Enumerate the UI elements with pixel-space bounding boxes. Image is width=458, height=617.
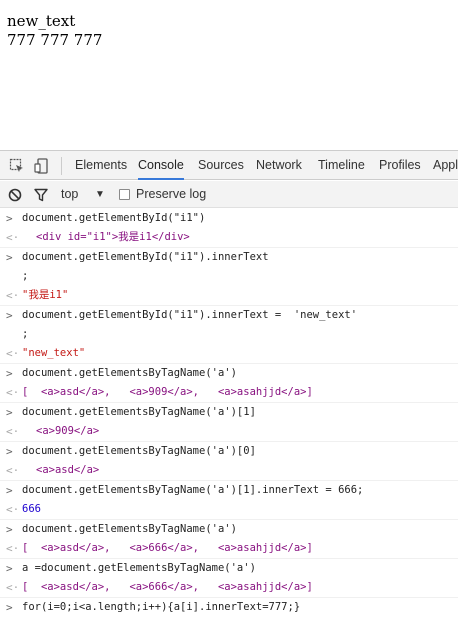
result-arrow-icon: <· bbox=[6, 581, 20, 594]
tab-application[interactable]: Appl bbox=[433, 151, 458, 180]
console-entry: > document.getElementsByTagName('a')[1].… bbox=[0, 481, 458, 520]
result-arrow-icon: <· bbox=[6, 289, 20, 302]
console-command[interactable]: document.getElementsByTagName('a')[1] bbox=[22, 403, 256, 422]
console-output-line: <· [ <a>asd</a>, <a>909</a>, <a>asahjjd<… bbox=[0, 383, 458, 402]
chevron-right-icon: > bbox=[6, 367, 13, 380]
console-command[interactable]: document.getElementById("i1") bbox=[22, 209, 205, 228]
console-entry: > for(i=0;i<a.length;i++){a[i].innerText… bbox=[0, 598, 458, 617]
console-input-line: > document.getElementById("i1") bbox=[0, 209, 458, 228]
console-input-line: > document.getElementById("i1").innerTex… bbox=[0, 306, 458, 325]
tab-profiles[interactable]: Profiles bbox=[379, 151, 421, 180]
page-text-line-1: new_text bbox=[7, 12, 76, 30]
console-input-line: > document.getElementsByTagName('a')[1].… bbox=[0, 481, 458, 500]
filter-icon[interactable] bbox=[34, 187, 50, 203]
console-command[interactable]: a =document.getElementsByTagName('a') bbox=[22, 559, 256, 578]
console-filterbar: top ▼ Preserve log bbox=[0, 181, 458, 208]
tab-sources[interactable]: Sources bbox=[198, 151, 244, 180]
console-result[interactable]: 666 bbox=[22, 500, 41, 519]
console-entry: > document.getElementById("i1").innerTex… bbox=[0, 248, 458, 306]
toolbar-divider bbox=[61, 157, 62, 175]
chevron-right-icon: > bbox=[6, 212, 13, 225]
result-arrow-icon: <· bbox=[6, 425, 20, 438]
chevron-right-icon: > bbox=[6, 406, 13, 419]
result-arrow-icon: <· bbox=[6, 464, 20, 477]
console-result[interactable]: "我是i1" bbox=[22, 286, 68, 305]
devtools-tabbar: Elements Console Sources Network Timelin… bbox=[0, 151, 458, 180]
console-input-line: > document.getElementsByTagName('a') bbox=[0, 520, 458, 539]
console-input-continuation: ; bbox=[0, 325, 458, 344]
console-entry: > document.getElementById("i1") <· <div … bbox=[0, 209, 458, 248]
chevron-right-icon: > bbox=[6, 251, 13, 264]
tab-elements[interactable]: Elements bbox=[75, 151, 127, 180]
console-command[interactable]: document.getElementsByTagName('a') bbox=[22, 364, 237, 383]
page-text-line-2: 777 777 777 bbox=[7, 31, 103, 49]
console-entry: > document.getElementsByTagName('a')[0] … bbox=[0, 442, 458, 481]
console-input-line: > a =document.getElementsByTagName('a') bbox=[0, 559, 458, 578]
console-result[interactable]: <a>909</a> bbox=[36, 422, 99, 441]
page-viewport: new_text 777 777 777 bbox=[0, 0, 458, 150]
console-entry: > document.getElementById("i1").innerTex… bbox=[0, 306, 458, 364]
device-mode-icon[interactable] bbox=[34, 158, 50, 174]
console-input-line: > document.getElementsByTagName('a')[1] bbox=[0, 403, 458, 422]
console-input-line: > document.getElementsByTagName('a') bbox=[0, 364, 458, 383]
tab-console[interactable]: Console bbox=[138, 151, 184, 180]
chevron-right-icon: > bbox=[6, 562, 13, 575]
console-output-line: <· <div id="i1">我是i1</div> bbox=[0, 228, 458, 247]
console-output-line: <· [ <a>asd</a>, <a>666</a>, <a>asahjjd<… bbox=[0, 539, 458, 558]
console-result[interactable]: [ <a>asd</a>, <a>666</a>, <a>asahjjd</a>… bbox=[22, 539, 313, 558]
preserve-log-checkbox[interactable] bbox=[119, 189, 130, 200]
console-result[interactable]: [ <a>asd</a>, <a>666</a>, <a>asahjjd</a>… bbox=[22, 578, 313, 597]
chevron-right-icon: > bbox=[6, 309, 13, 322]
console-input-line: > for(i=0;i<a.length;i++){a[i].innerText… bbox=[0, 598, 458, 617]
console-command[interactable]: document.getElementById("i1").innerText bbox=[22, 248, 269, 267]
devtools-panel: Elements Console Sources Network Timelin… bbox=[0, 150, 458, 617]
context-select[interactable]: top bbox=[61, 181, 78, 208]
console-command-continuation: ; bbox=[22, 270, 29, 282]
result-arrow-icon: <· bbox=[6, 231, 20, 244]
chevron-right-icon: > bbox=[6, 601, 13, 614]
console-output-line: <· 666 bbox=[0, 500, 458, 519]
chevron-right-icon: > bbox=[6, 484, 13, 497]
console-command[interactable]: document.getElementsByTagName('a')[0] bbox=[22, 442, 256, 461]
console-input-line: > document.getElementsByTagName('a')[0] bbox=[0, 442, 458, 461]
chevron-right-icon: > bbox=[6, 523, 13, 536]
console-command[interactable]: for(i=0;i<a.length;i++){a[i].innerText=7… bbox=[22, 598, 300, 617]
console-command[interactable]: document.getElementsByTagName('a')[1].in… bbox=[22, 481, 363, 500]
console-result[interactable]: "new_text" bbox=[22, 344, 85, 363]
console-entry: > a =document.getElementsByTagName('a') … bbox=[0, 559, 458, 598]
tab-timeline[interactable]: Timeline bbox=[318, 151, 365, 180]
chevron-right-icon: > bbox=[6, 445, 13, 458]
result-arrow-icon: <· bbox=[6, 503, 20, 516]
console-output-line: <· "我是i1" bbox=[0, 286, 458, 305]
console-output-line: <· <a>asd</a> bbox=[0, 461, 458, 480]
preserve-log-label: Preserve log bbox=[136, 187, 207, 201]
console-input-continuation: ; bbox=[0, 267, 458, 286]
console-entry: > document.getElementsByTagName('a') <· … bbox=[0, 364, 458, 403]
console-command[interactable]: document.getElementById("i1").innerText … bbox=[22, 306, 357, 325]
console-input-line: > document.getElementById("i1").innerTex… bbox=[0, 248, 458, 267]
console-log: > document.getElementById("i1") <· <div … bbox=[0, 209, 458, 617]
console-command[interactable]: document.getElementsByTagName('a') bbox=[22, 520, 237, 539]
console-command-continuation: ; bbox=[22, 328, 29, 340]
dropdown-triangle-icon[interactable]: ▼ bbox=[95, 181, 105, 208]
console-output-line: <· [ <a>asd</a>, <a>666</a>, <a>asahjjd<… bbox=[0, 578, 458, 597]
inspect-element-icon[interactable] bbox=[9, 158, 25, 174]
console-entry: > document.getElementsByTagName('a') <· … bbox=[0, 520, 458, 559]
console-output-line: <· "new_text" bbox=[0, 344, 458, 363]
console-result[interactable]: <a>asd</a> bbox=[36, 461, 99, 480]
result-arrow-icon: <· bbox=[6, 386, 20, 399]
clear-console-icon[interactable] bbox=[8, 187, 24, 203]
console-output-line: <· <a>909</a> bbox=[0, 422, 458, 441]
result-arrow-icon: <· bbox=[6, 542, 20, 555]
result-arrow-icon: <· bbox=[6, 347, 20, 360]
console-result[interactable]: <div id="i1">我是i1</div> bbox=[36, 228, 190, 247]
console-result[interactable]: [ <a>asd</a>, <a>909</a>, <a>asahjjd</a>… bbox=[22, 383, 313, 402]
console-entry: > document.getElementsByTagName('a')[1] … bbox=[0, 403, 458, 442]
tab-network[interactable]: Network bbox=[256, 151, 302, 180]
